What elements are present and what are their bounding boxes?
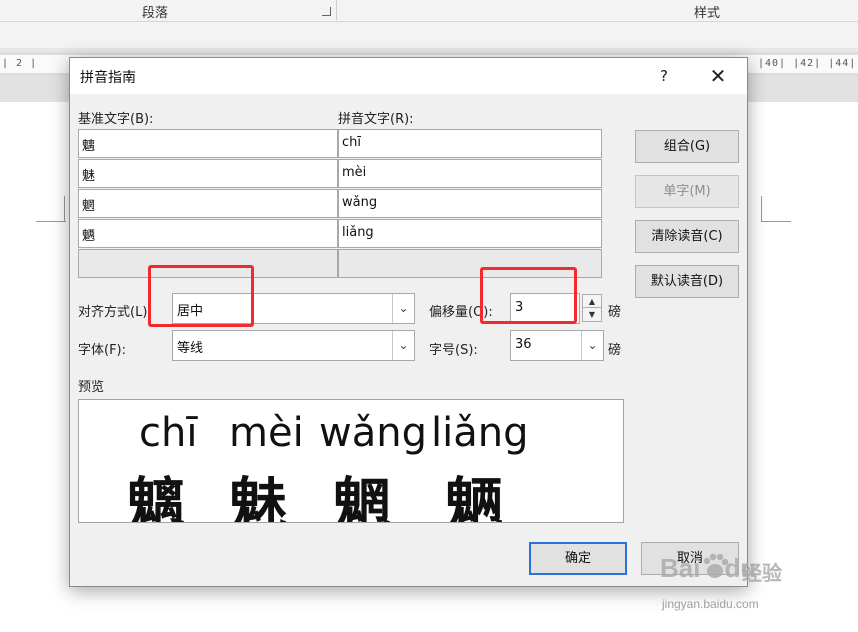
ribbon-group-labels: 段落 样式 xyxy=(0,0,858,22)
size-label: 字号(S): xyxy=(429,343,478,358)
watermark-url: jingyan.baidu.com xyxy=(662,597,759,611)
close-button[interactable]: ✕ xyxy=(700,61,736,91)
preview-pinyin-1: chī xyxy=(139,410,198,456)
margin-corner-left-h xyxy=(36,221,66,222)
ruler-ticks-right: |40| |42| |44| xyxy=(758,58,857,69)
margin-corner-left xyxy=(64,196,65,222)
chevron-down-icon[interactable]: ⌄ xyxy=(392,331,414,360)
margin-corner-right-h xyxy=(761,221,791,222)
ok-button[interactable]: 确定 xyxy=(529,542,627,575)
offset-input[interactable]: 3 xyxy=(510,293,580,324)
ruby-text-cell-5 xyxy=(338,249,602,278)
preview-hanzi-1: 魑 xyxy=(127,471,186,523)
ribbon-separator xyxy=(336,0,337,20)
preview-pane: chī mèi wǎng liǎng 魑 魅 魍 魉 xyxy=(78,399,624,523)
preview-hanzi-4: 魉 xyxy=(445,471,504,523)
default-reading-button[interactable]: 默认读音(D) xyxy=(635,265,739,298)
preview-pinyin-3: wǎng xyxy=(319,410,427,456)
ruler-ticks-left: | 2 | xyxy=(2,58,38,69)
ruby-text-label: 拼音文字(R): xyxy=(338,112,414,127)
baidu-jingyan-watermark: Bai du 经验 jingyan.baidu.com xyxy=(660,545,850,625)
help-button[interactable]: ? xyxy=(650,61,678,91)
offset-stepper[interactable]: ▲ ▼ xyxy=(582,294,602,322)
font-label: 字体(F): xyxy=(78,343,127,358)
text-grid: 魑 chī 魅 mèi 魍 wǎng 魉 liǎng xyxy=(78,129,604,281)
offset-label: 偏移量(O): xyxy=(429,305,493,320)
base-text-cell-1[interactable]: 魑 xyxy=(78,129,338,158)
ribbon-strip xyxy=(0,22,858,48)
base-text-cell-2[interactable]: 魅 xyxy=(78,159,338,188)
base-text-cell-4[interactable]: 魉 xyxy=(78,219,338,248)
offset-value: 3 xyxy=(515,300,524,315)
group-button[interactable]: 组合(G) xyxy=(635,130,739,163)
ruby-text-cell-3[interactable]: wǎng xyxy=(338,189,602,218)
preview-pinyin-2: mèi xyxy=(229,410,304,456)
font-select[interactable]: 等线 ⌄ xyxy=(172,330,415,361)
size-value: 36 xyxy=(515,337,532,352)
ruby-text-cell-4[interactable]: liǎng xyxy=(338,219,602,248)
watermark-brand-text: Bai xyxy=(660,553,701,583)
mono-button[interactable]: 单字(M) xyxy=(635,175,739,208)
spin-up-icon[interactable]: ▲ xyxy=(583,295,601,308)
base-text-label: 基准文字(B): xyxy=(78,112,154,127)
preview-pinyin-4: liǎng xyxy=(431,410,529,456)
ruby-text-cell-2[interactable]: mèi xyxy=(338,159,602,188)
preview-label: 预览 xyxy=(78,380,105,395)
alignment-value: 居中 xyxy=(177,304,204,319)
chevron-down-icon[interactable]: ⌄ xyxy=(581,331,603,360)
ribbon-group-paragraph: 段落 xyxy=(142,6,169,21)
base-text-cell-5 xyxy=(78,249,338,278)
base-text-cell-3[interactable]: 魍 xyxy=(78,189,338,218)
font-value: 等线 xyxy=(177,341,204,356)
alignment-label: 对齐方式(L): xyxy=(78,305,152,320)
clear-reading-button[interactable]: 清除读音(C) xyxy=(635,220,739,253)
ribbon-group-styles: 样式 xyxy=(694,6,721,21)
chevron-down-icon[interactable]: ⌄ xyxy=(392,294,414,323)
margin-corner-right xyxy=(761,196,762,222)
ruby-text-cell-1[interactable]: chī xyxy=(338,129,602,158)
dialog-title: 拼音指南 xyxy=(80,70,136,86)
preview-hanzi-3: 魍 xyxy=(333,471,392,523)
phonetic-guide-dialog: 拼音指南 ? ✕ 基准文字(B): 拼音文字(R): 魑 chī 魅 mèi 魍… xyxy=(69,57,748,587)
size-unit: 磅 xyxy=(608,343,622,358)
spin-down-icon[interactable]: ▼ xyxy=(583,308,601,321)
watermark-jingyan: 经验 xyxy=(742,561,782,585)
alignment-select[interactable]: 居中 ⌄ xyxy=(172,293,415,324)
offset-unit: 磅 xyxy=(608,305,622,320)
dialog-titlebar[interactable]: 拼音指南 ? ✕ xyxy=(70,58,747,94)
preview-hanzi-2: 魅 xyxy=(229,471,288,523)
size-select[interactable]: 36 ⌄ xyxy=(510,330,604,361)
paw-logo-icon xyxy=(703,553,729,578)
paragraph-dialog-launcher-icon[interactable] xyxy=(322,7,331,16)
